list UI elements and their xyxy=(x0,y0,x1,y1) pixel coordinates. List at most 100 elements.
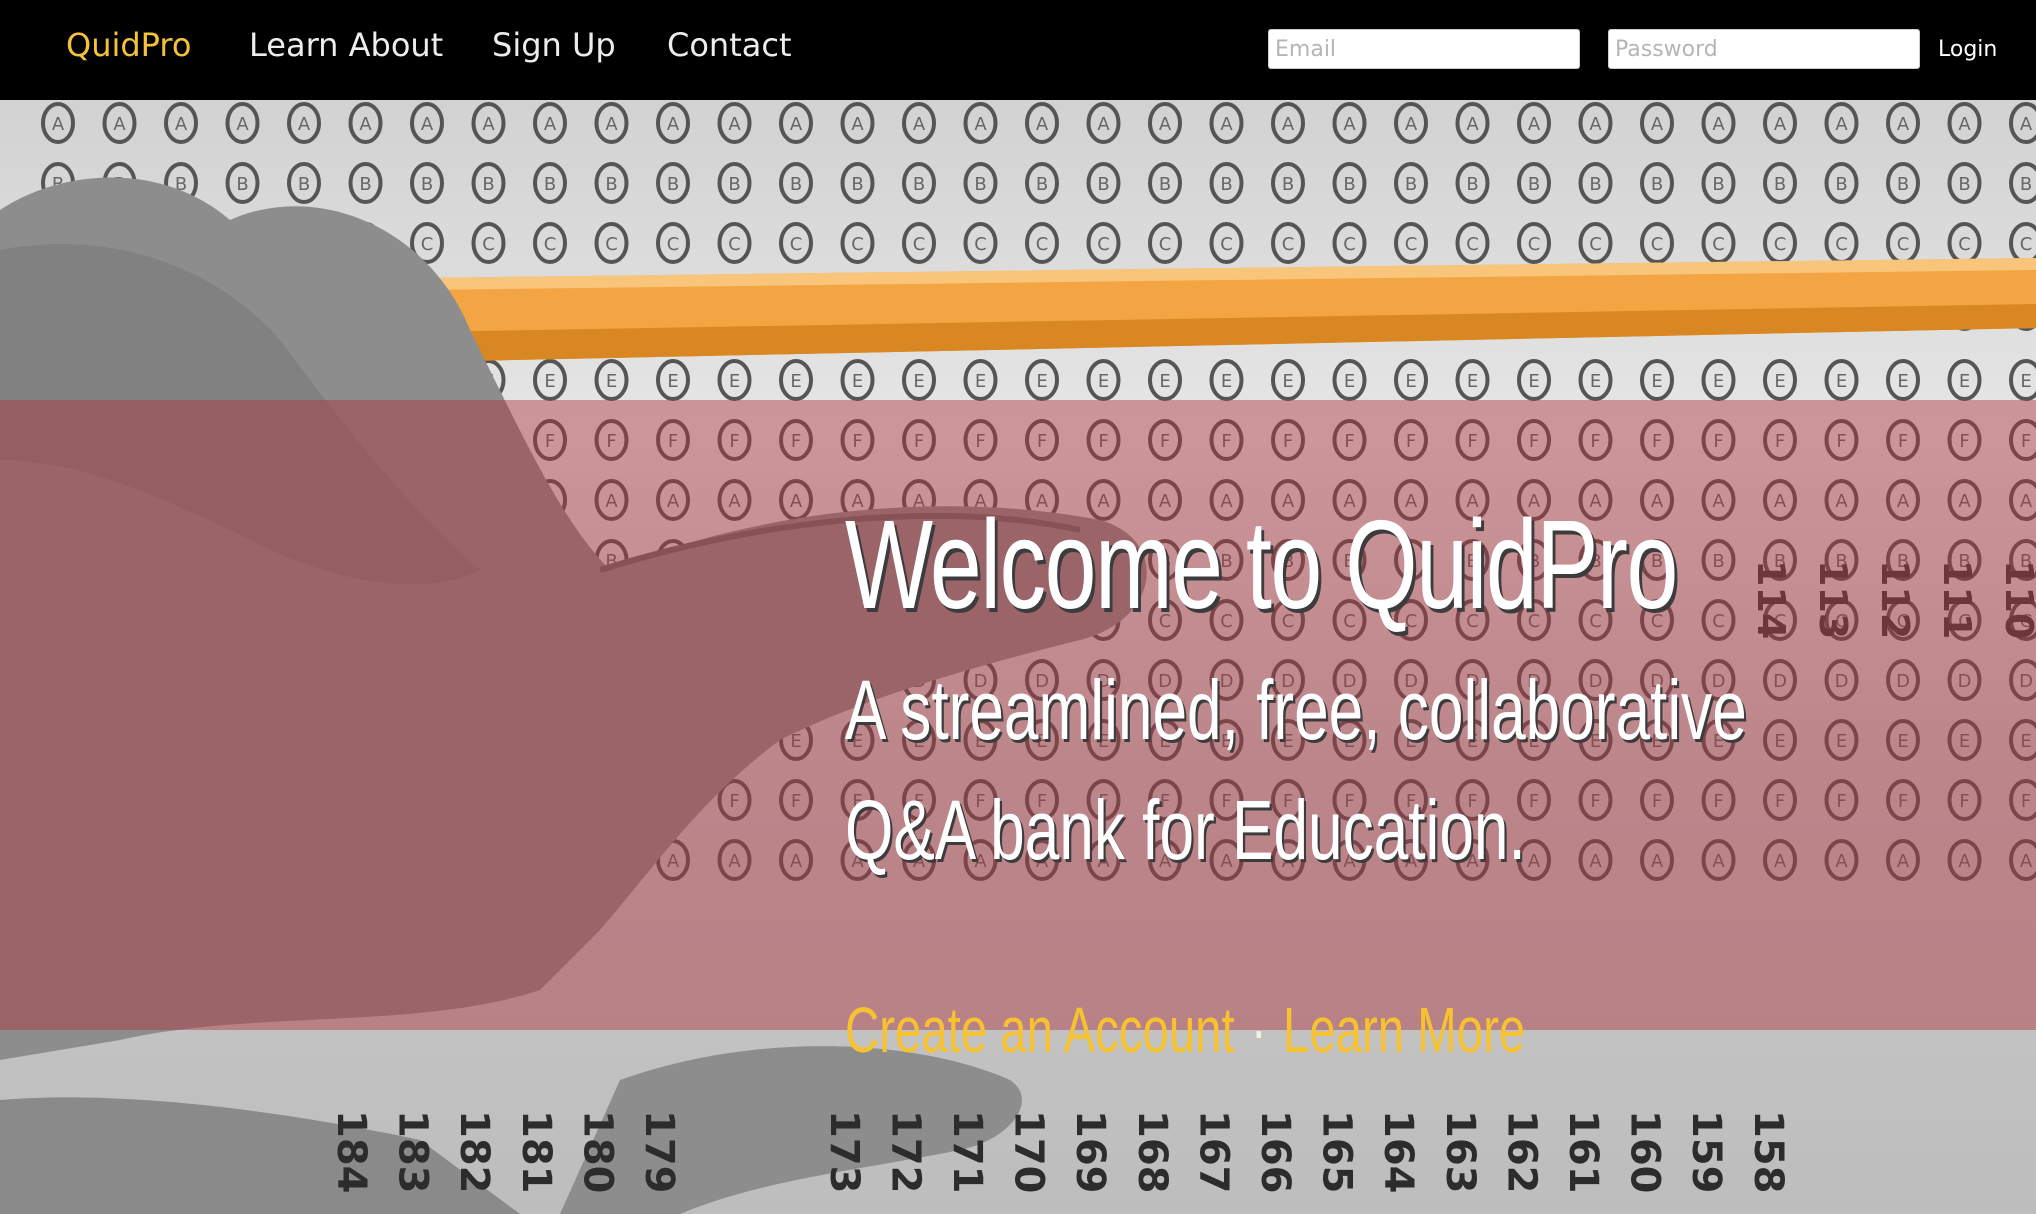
svg-text:C: C xyxy=(913,234,926,255)
svg-text:E: E xyxy=(2020,371,2031,392)
svg-text:C: C xyxy=(1220,234,1233,255)
svg-text:B: B xyxy=(790,174,802,195)
nav-contact-link[interactable]: Contact xyxy=(667,25,792,65)
svg-text:C: C xyxy=(605,234,618,255)
create-account-link[interactable]: Create an Account xyxy=(845,994,1235,1066)
hero-cta-links: Create an Account · Learn More xyxy=(845,990,1525,1070)
svg-text:E: E xyxy=(1036,371,1047,392)
svg-text:E: E xyxy=(606,371,617,392)
svg-text:E: E xyxy=(667,371,678,392)
svg-text:B: B xyxy=(1343,174,1355,195)
svg-text:B: B xyxy=(1466,174,1478,195)
sheet-number: 163 xyxy=(1437,1110,1483,1194)
svg-text:B: B xyxy=(1097,174,1109,195)
sheet-number: 184 xyxy=(328,1110,374,1194)
sheet-number: 164 xyxy=(1375,1110,1421,1194)
svg-text:E: E xyxy=(1344,371,1355,392)
svg-text:C: C xyxy=(1097,234,1110,255)
svg-text:C: C xyxy=(1343,234,1356,255)
svg-text:E: E xyxy=(790,371,801,392)
svg-text:B: B xyxy=(1712,174,1724,195)
svg-text:A: A xyxy=(1897,114,1910,135)
svg-text:C: C xyxy=(482,234,495,255)
svg-text:C: C xyxy=(1897,234,1910,255)
svg-text:B: B xyxy=(1774,174,1786,195)
brand-link[interactable]: QuidPro xyxy=(66,25,191,65)
svg-text:B: B xyxy=(851,174,863,195)
svg-text:B: B xyxy=(298,174,310,195)
svg-text:A: A xyxy=(2020,114,2033,135)
cta-separator: · xyxy=(1250,994,1267,1066)
svg-text:E: E xyxy=(913,371,924,392)
svg-text:A: A xyxy=(851,114,864,135)
nav-sign-up-link[interactable]: Sign Up xyxy=(492,25,616,65)
svg-text:E: E xyxy=(1221,371,1232,392)
sheet-number: 166 xyxy=(1252,1110,1298,1194)
hero-subtitle-line2: Q&A bank for Education. xyxy=(845,783,1526,877)
svg-text:C: C xyxy=(544,234,557,255)
sheet-number: 159 xyxy=(1683,1110,1729,1194)
nav-learn-about-link[interactable]: Learn About xyxy=(249,25,443,65)
hero-text-block: Welcome to QuidPro A streamlined, free, … xyxy=(845,490,1969,1066)
svg-text:C: C xyxy=(2020,234,2033,255)
sheet-number: 182 xyxy=(451,1110,497,1194)
svg-text:B: B xyxy=(1159,174,1171,195)
svg-text:C: C xyxy=(851,234,864,255)
svg-text:A: A xyxy=(113,114,126,135)
svg-text:B: B xyxy=(913,174,925,195)
svg-text:A: A xyxy=(605,114,618,135)
svg-text:B: B xyxy=(605,174,617,195)
svg-text:C: C xyxy=(1159,234,1172,255)
svg-text:A: A xyxy=(667,114,680,135)
svg-text:C: C xyxy=(1958,234,1971,255)
svg-text:B: B xyxy=(1835,174,1847,195)
sheet-number: 179 xyxy=(636,1110,682,1194)
svg-text:C: C xyxy=(728,234,741,255)
svg-text:A: A xyxy=(1774,114,1787,135)
svg-text:A: A xyxy=(52,114,65,135)
sheet-number: 165 xyxy=(1314,1110,1360,1194)
hero-subtitle-line1: A streamlined, free, collaborative xyxy=(845,663,1747,757)
svg-text:A: A xyxy=(1220,114,1233,135)
svg-text:E: E xyxy=(1836,371,1847,392)
svg-text:C: C xyxy=(790,234,803,255)
svg-text:A: A xyxy=(175,114,188,135)
svg-text:B: B xyxy=(1405,174,1417,195)
sheet-number: 168 xyxy=(1129,1110,1175,1194)
svg-text:B: B xyxy=(974,174,986,195)
hero-title: Welcome to QuidPro xyxy=(845,494,1678,635)
svg-text:E: E xyxy=(1590,371,1601,392)
sheet-number: 183 xyxy=(390,1110,436,1194)
svg-text:B: B xyxy=(1282,174,1294,195)
svg-text:E: E xyxy=(975,371,986,392)
svg-text:B: B xyxy=(1220,174,1232,195)
svg-text:A: A xyxy=(1835,114,1848,135)
svg-text:C: C xyxy=(1466,234,1479,255)
svg-text:B: B xyxy=(421,174,433,195)
svg-text:B: B xyxy=(1651,174,1663,195)
email-input[interactable] xyxy=(1268,29,1580,69)
svg-text:E: E xyxy=(1405,371,1416,392)
svg-text:E: E xyxy=(1528,371,1539,392)
svg-text:A: A xyxy=(790,114,803,135)
svg-text:C: C xyxy=(421,234,434,255)
password-input[interactable] xyxy=(1608,29,1920,69)
sheet-number: 172 xyxy=(882,1110,928,1194)
svg-text:C: C xyxy=(1774,234,1787,255)
svg-text:A: A xyxy=(1343,114,1356,135)
learn-more-link[interactable]: Learn More xyxy=(1283,994,1525,1066)
svg-text:B: B xyxy=(2020,174,2032,195)
sheet-number: 160 xyxy=(1622,1110,1668,1194)
sheet-number: 161 xyxy=(1560,1110,1606,1194)
svg-text:A: A xyxy=(1036,114,1049,135)
sheet-number: 171 xyxy=(944,1110,990,1194)
sheet-number: 167 xyxy=(1190,1110,1236,1194)
svg-text:E: E xyxy=(729,371,740,392)
sheet-number: 181 xyxy=(513,1110,559,1194)
svg-text:C: C xyxy=(974,234,987,255)
svg-text:A: A xyxy=(1958,114,1971,135)
sheet-number: 173 xyxy=(821,1110,867,1194)
login-button[interactable]: Login xyxy=(1938,32,1997,68)
sheet-number: 158 xyxy=(1745,1110,1791,1194)
svg-text:E: E xyxy=(852,371,863,392)
